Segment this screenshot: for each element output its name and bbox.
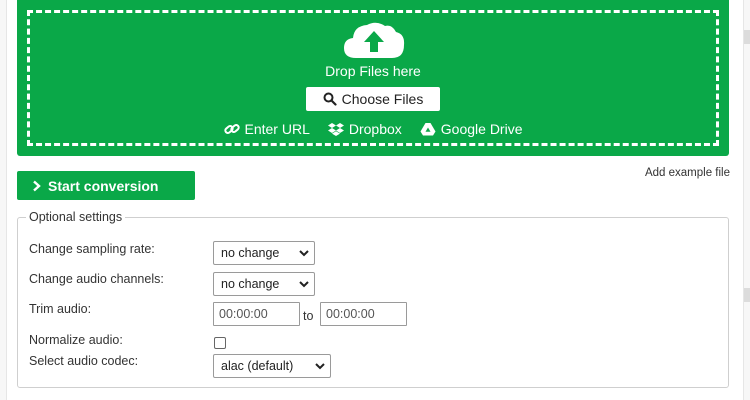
normalize-audio-checkbox[interactable] <box>214 337 226 349</box>
page-right-scrollbar[interactable] <box>743 0 750 400</box>
audio-codec-select[interactable]: alac (default) <box>213 354 331 378</box>
enter-url-label: Enter URL <box>244 121 310 137</box>
sampling-rate-select[interactable]: no change <box>213 241 315 265</box>
dropbox-link[interactable]: Dropbox <box>327 121 402 137</box>
trim-start-input[interactable]: 00:00:00 <box>213 302 300 326</box>
trim-end-input[interactable]: 00:00:00 <box>320 302 407 326</box>
google-drive-label: Google Drive <box>440 121 523 137</box>
google-drive-icon <box>420 123 436 136</box>
optional-settings-legend: Optional settings <box>26 210 126 224</box>
trim-audio-label: Trim audio: <box>29 302 92 316</box>
scrollbar-mark <box>744 288 750 302</box>
sampling-rate-label: Change sampling rate: <box>29 242 155 256</box>
drop-files-text: Drop Files here <box>325 63 421 79</box>
start-conversion-button[interactable]: Start conversion <box>17 171 195 200</box>
dropbox-label: Dropbox <box>348 121 402 137</box>
cloud-upload-icon <box>344 22 405 58</box>
google-drive-link[interactable]: Google Drive <box>420 121 523 137</box>
upload-sources: Enter URL Dropbox Google Drive <box>17 121 729 137</box>
add-example-file-link[interactable]: Add example file <box>645 167 730 179</box>
start-conversion-label: Start conversion <box>48 177 159 194</box>
chevron-down-icon <box>315 363 325 370</box>
choose-files-button[interactable]: Choose Files <box>306 87 440 111</box>
enter-url-link[interactable]: Enter URL <box>223 121 310 137</box>
link-icon <box>223 124 240 134</box>
search-icon <box>323 92 337 106</box>
sampling-rate-value: no change <box>221 246 280 260</box>
file-drop-zone[interactable]: Drop Files here Choose Files Enter URL D… <box>17 0 729 156</box>
audio-channels-label: Change audio channels: <box>29 272 164 286</box>
optional-settings-panel: Optional settings Change sampling rate: … <box>17 210 729 388</box>
chevron-down-icon <box>299 250 309 257</box>
dropbox-icon <box>327 123 344 136</box>
choose-files-label: Choose Files <box>341 91 424 107</box>
audio-codec-value: alac (default) <box>221 359 294 373</box>
audio-channels-value: no change <box>221 277 280 291</box>
scrollbar-mark <box>744 30 750 44</box>
audio-codec-label: Select audio codec: <box>29 354 139 368</box>
chevron-right-icon <box>33 180 41 191</box>
normalize-audio-label: Normalize audio: <box>29 333 123 347</box>
chevron-down-icon <box>299 281 309 288</box>
trim-to-text: to <box>303 309 314 323</box>
page-left-edge <box>0 0 7 400</box>
audio-channels-select[interactable]: no change <box>213 272 315 296</box>
